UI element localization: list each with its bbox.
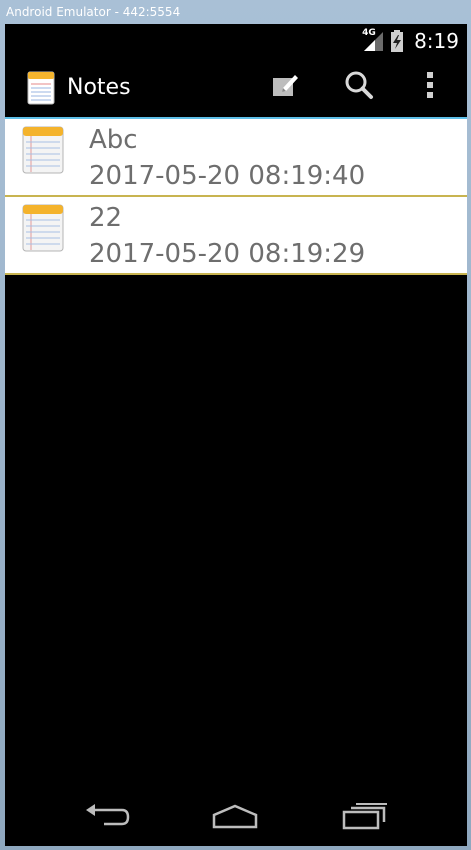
search-icon [344,70,374,104]
note-title: Abc [89,125,138,155]
note-title: 22 [89,203,123,233]
overflow-menu-icon [426,71,434,103]
recent-apps-button[interactable] [335,796,395,840]
recent-apps-icon [342,802,388,834]
notes-list: Abc 2017-05-20 08:19:40 22 2017-05-20 08… [5,117,467,275]
emulator-window: Android Emulator - 442:5554 4G 8:19 Note… [0,0,471,850]
back-icon [84,802,130,834]
status-time: 8:19 [414,29,459,53]
home-icon [210,803,260,833]
new-note-icon [271,72,299,102]
status-bar: 4G 8:19 [5,24,467,57]
note-date: 2017-05-20 08:19:29 [89,239,366,269]
action-bar: Notes [5,57,467,117]
navigation-bar [5,790,467,846]
notepad-app-icon [27,71,55,105]
note-icon [21,125,65,175]
search-button[interactable] [337,67,381,107]
overflow-menu-button[interactable] [408,67,452,107]
signal-icon: 4G [362,28,384,52]
new-note-button[interactable] [263,67,307,107]
home-button[interactable] [205,796,265,840]
network-type-label: 4G [362,28,376,38]
window-title: Android Emulator - 442:5554 [6,5,181,19]
list-item[interactable]: 22 2017-05-20 08:19:29 [5,197,467,275]
list-item[interactable]: Abc 2017-05-20 08:19:40 [5,119,467,197]
device-screen: 4G 8:19 Notes Abc 2017-05-20 08:19:40 22… [5,24,467,846]
note-date: 2017-05-20 08:19:40 [89,161,366,191]
app-title: Notes [67,75,131,100]
back-button[interactable] [77,796,137,840]
note-icon [21,203,65,253]
battery-icon [390,30,404,52]
